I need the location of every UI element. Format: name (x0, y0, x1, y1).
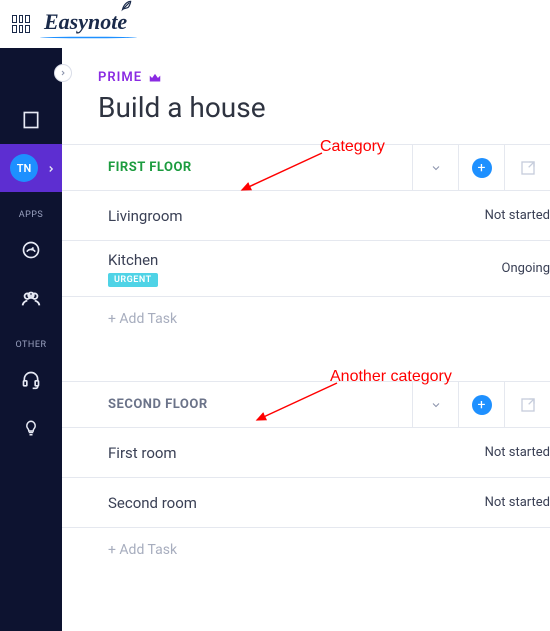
expand-icon (520, 160, 536, 176)
page-title: Build a house (98, 91, 550, 124)
task-status: Not started (485, 208, 550, 223)
add-task-link[interactable]: + Add Task (62, 297, 550, 341)
task-row[interactable]: Livingroom Not started (62, 191, 550, 241)
category-header: FIRST FLOOR + (62, 145, 550, 191)
urgent-badge: URGENT (108, 273, 158, 287)
sidebar-label-other: OTHER (15, 340, 46, 350)
task-status: Not started (485, 445, 550, 460)
sidebar: TN APPS OTHER (0, 48, 62, 631)
nav-workspace-active[interactable]: TN (0, 144, 62, 192)
nav-support-icon[interactable] (0, 356, 62, 404)
logo[interactable]: Easynote (44, 9, 127, 39)
sidebar-expand-toggle[interactable] (54, 64, 72, 82)
task-row[interactable]: First room Not started (62, 428, 550, 478)
category-block: SECOND FLOOR + First room Not started Se… (62, 381, 550, 572)
apps-grid-icon[interactable] (12, 15, 30, 33)
chevron-down-icon (430, 162, 442, 174)
nav-team-icon[interactable] (0, 274, 62, 322)
collapse-toggle[interactable] (412, 145, 458, 190)
chevron-right-icon (46, 159, 56, 178)
task-row[interactable]: Kitchen URGENT Ongoing (62, 241, 550, 297)
task-name: Livingroom (108, 207, 485, 225)
add-task-button[interactable]: + (458, 382, 504, 427)
sidebar-label-apps: APPS (19, 210, 44, 220)
plus-icon: + (472, 158, 492, 178)
chevron-down-icon (430, 399, 442, 411)
nav-dashboard-icon[interactable] (0, 226, 62, 274)
nav-idea-icon[interactable] (0, 404, 62, 452)
task-status: Not started (485, 495, 550, 510)
top-bar: Easynote (0, 0, 550, 48)
task-name: Kitchen (108, 251, 502, 269)
plus-icon: + (472, 395, 492, 415)
category-name[interactable]: FIRST FLOOR (62, 160, 412, 175)
task-name: First room (108, 444, 485, 462)
expand-fullscreen-button[interactable] (504, 382, 550, 427)
feather-icon (119, 0, 133, 13)
prime-label: PRIME (98, 70, 142, 85)
main-content: PRIME Build a house FIRST FLOOR + Living… (62, 48, 550, 631)
add-task-link[interactable]: + Add Task (62, 528, 550, 572)
nav-building-icon[interactable] (0, 96, 62, 144)
category-block: FIRST FLOOR + Livingroom Not started Kit… (62, 144, 550, 341)
add-task-button[interactable]: + (458, 145, 504, 190)
expand-icon (520, 397, 536, 413)
collapse-toggle[interactable] (412, 382, 458, 427)
category-header: SECOND FLOOR + (62, 382, 550, 428)
crown-icon (148, 71, 162, 85)
expand-fullscreen-button[interactable] (504, 145, 550, 190)
page-header: PRIME Build a house (62, 48, 550, 144)
task-row[interactable]: Second room Not started (62, 478, 550, 528)
avatar: TN (10, 154, 38, 182)
task-name: Second room (108, 494, 485, 512)
task-status: Ongoing (502, 261, 550, 276)
category-name[interactable]: SECOND FLOOR (62, 397, 412, 412)
prime-badge: PRIME (98, 70, 550, 85)
logo-text: Easynote (44, 9, 127, 34)
chevron-right-icon (59, 69, 67, 77)
